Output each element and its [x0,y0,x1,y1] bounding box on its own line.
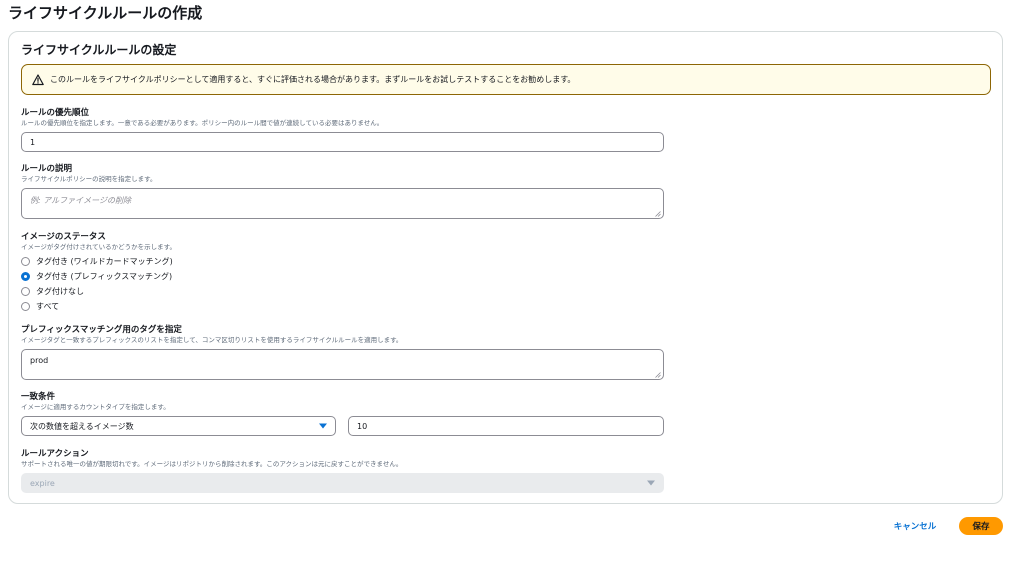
rule-description-hint: ライフサイクルポリシーの説明を指定します。 [21,175,157,183]
radio-label: タグ付き (ワイルドカードマッチング) [36,257,173,266]
radio-button[interactable] [21,287,30,296]
rule-description-placeholder: 例: アルファイメージの削除 [30,196,131,205]
radio-tagged-prefix[interactable]: タグ付き (プレフィックスマッチング) [21,271,172,282]
priority-field: ルールの優先順位 ルールの優先順位を指定します。一意である必要があります。ポリシ… [21,108,383,128]
radio-tagged-wildcard[interactable]: タグ付き (ワイルドカードマッチング) [21,256,173,267]
cancel-button[interactable]: キャンセル [885,517,945,535]
match-criteria-label: 一致条件 [21,392,56,402]
count-type-select[interactable]: 次の数値を超えるイメージ数 [21,416,336,436]
rule-description-field: ルールの説明 ライフサイクルポリシーの説明を指定します。 [21,164,157,184]
prefix-tags-value: prod [30,356,49,365]
rule-action-select: expire [21,473,664,493]
rule-action-field: ルールアクション サポートされる唯一の値が期限切れです。イメージはリポジトリから… [21,449,402,469]
warning-icon [32,73,44,86]
count-number-input[interactable]: 10 [348,416,664,436]
image-status-description: イメージがタグ付けされているかどうかを示します。 [21,243,177,251]
warning-alert: このルールをライフサイクルポリシーとして適用すると、すぐに評価される場合がありま… [21,64,991,95]
image-status-field: イメージのステータス イメージがタグ付けされているかどうかを示します。 [21,232,176,252]
rule-action-label: ルールアクション [21,449,89,459]
prefix-tags-label: プレフィックスマッチング用のタグを指定 [21,325,182,335]
radio-label: すべて [36,302,60,311]
rule-action-description: サポートされる唯一の値が期限切れです。イメージはリポジトリから削除されます。この… [21,460,403,468]
match-criteria-field: 一致条件 イメージに適用するカウントタイプを指定します。 [21,392,170,412]
prefix-tags-description: イメージタグと一致するプレフィックスのリストを指定して、コンマ区切りリストを使用… [21,336,403,344]
rule-description-label: ルールの説明 [21,164,73,174]
prefix-tags-textarea[interactable]: prod [21,349,664,380]
match-criteria-description: イメージに適用するカウントタイプを指定します。 [21,403,170,411]
resize-handle-icon[interactable] [655,210,661,217]
resize-handle-icon[interactable] [655,371,661,378]
page-title: ライフサイクルルールの作成 [8,4,203,22]
priority-input[interactable]: 1 [21,132,664,152]
panel-title: ライフサイクルルールの設定 [21,43,177,57]
save-button[interactable]: 保存 [959,517,1003,535]
rule-description-textarea[interactable]: 例: アルファイメージの削除 [21,188,664,219]
radio-label: タグ付き (プレフィックスマッチング) [36,272,173,281]
radio-untagged[interactable]: タグ付けなし [21,286,84,297]
count-type-selected-value: 次の数値を超えるイメージ数 [30,421,134,431]
prefix-tags-field: プレフィックスマッチング用のタグを指定 イメージタグと一致するプレフィックスのリ… [21,325,402,345]
radio-any[interactable]: すべて [21,301,59,312]
caret-down-icon [647,480,655,486]
warning-alert-text: このルールをライフサイクルポリシーとして適用すると、すぐに評価される場合がありま… [50,75,576,84]
radio-button-selected[interactable] [21,272,30,281]
rule-action-selected-value: expire [30,478,55,488]
lifecycle-rule-settings-panel: ライフサイクルルールの設定 このルールをライフサイクルポリシーとして適用すると、… [8,31,1003,504]
radio-label: タグ付けなし [36,287,84,296]
priority-input-value: 1 [30,137,36,147]
radio-button[interactable] [21,302,30,311]
radio-button[interactable] [21,257,30,266]
priority-description: ルールの優先順位を指定します。一意である必要があります。ポリシー内のルール間で値… [21,119,384,127]
image-status-label: イメージのステータス [21,232,106,242]
count-number-value: 10 [357,421,368,431]
priority-label: ルールの優先順位 [21,108,90,118]
caret-down-icon [319,423,327,429]
